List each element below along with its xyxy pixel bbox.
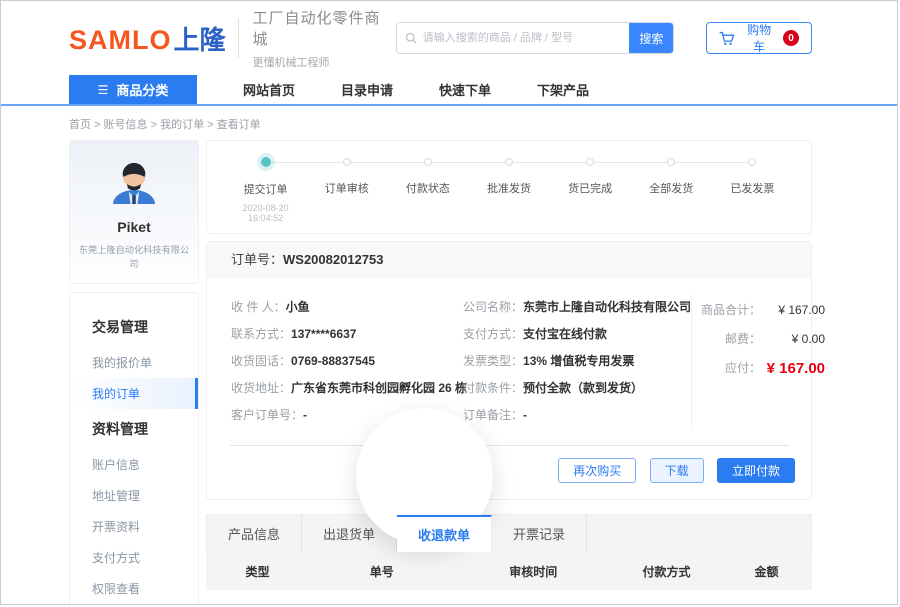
step-dot <box>586 158 594 166</box>
step-all-shipped: 全部发货 <box>631 157 712 223</box>
step-invoice-issued: 已发发票 <box>712 157 793 223</box>
invoice-type: 13% 增值税专用发票 <box>523 354 634 368</box>
cart-count-badge: 0 <box>783 30 799 46</box>
sidebar-item-invoice-info[interactable]: 开票资料 <box>70 511 198 542</box>
order-totals: 商品合计：¥ 167.00 邮费：¥ 0.00 应付：¥ 167.00 <box>691 294 839 429</box>
sidebar-item-permissions[interactable]: 权限查看 <box>70 573 198 604</box>
tab-invoice-records[interactable]: 开票记录 <box>492 515 587 552</box>
payment-records-table: 类型 单号 审核时间 付款方式 金额 铝型材 WB200807837 2021-… <box>206 552 812 605</box>
search-button[interactable]: 搜索 <box>629 23 673 53</box>
items-subtotal: ¥ 167.00 <box>761 296 825 325</box>
tab-payment-refund[interactable]: 收退款单 <box>397 515 492 552</box>
breadcrumb: 首页 > 账号信息 > 我的订单 > 查看订单 <box>1 106 897 140</box>
nav-item-quick-order[interactable]: 快速下单 <box>439 75 491 104</box>
logo-shanglong: 上隆 <box>174 20 226 57</box>
cart-button[interactable]: 购物车 0 <box>706 22 812 54</box>
rebuy-button[interactable]: 再次购买 <box>558 458 636 483</box>
contact-phone: 137****6637 <box>291 327 356 341</box>
step-payment-status: 付款状态 <box>387 157 468 223</box>
sidebar: Piket 东莞上隆自动化科技有限公司 交易管理 我的报价单 我的订单 资料管理… <box>69 140 199 605</box>
payment-terms: 预付全款（款到发货） <box>523 381 643 395</box>
step-review: 订单审核 <box>306 157 387 223</box>
menu-heading-trade: 交易管理 <box>70 307 198 347</box>
category-menu-button[interactable]: ☰ 商品分类 <box>69 75 197 104</box>
order-actions: 再次购买 下载 立即付款 <box>207 446 811 499</box>
cart-label: 购物车 <box>741 21 777 55</box>
site-title: 工厂自动化零件商城 <box>253 7 396 49</box>
sidebar-item-payment-methods[interactable]: 支付方式 <box>70 542 198 573</box>
user-company: 东莞上隆自动化科技有限公司 <box>79 242 189 270</box>
order-info-card: 订单号：WS20082012753 收 件 人：小鱼 联系方式：137****6… <box>206 241 812 500</box>
nav-item-offshelf-products[interactable]: 下架产品 <box>537 75 589 104</box>
step-goods-ready: 货已完成 <box>550 157 631 223</box>
tab-product-info[interactable]: 产品信息 <box>207 515 302 552</box>
search-bar: 搜索 <box>396 22 675 54</box>
nav-item-catalog-apply[interactable]: 目录申请 <box>341 75 393 104</box>
payment-method: 支付宝在线付款 <box>523 327 607 341</box>
landline-phone: 0769-88837545 <box>291 354 375 368</box>
search-input[interactable] <box>423 32 622 44</box>
header: SAMLO 上隆 工厂自动化零件商城 更懂机械工程师 搜索 购物车 0 <box>1 1 897 75</box>
order-detail-page: SAMLO 上隆 工厂自动化零件商城 更懂机械工程师 搜索 购物车 0 ☰ 商品… <box>0 0 898 605</box>
order-number: WS20082012753 <box>283 252 383 267</box>
company-name: 东莞市上隆自动化科技有限公司 <box>523 300 691 314</box>
step-dot <box>667 158 675 166</box>
content: Piket 东莞上隆自动化科技有限公司 交易管理 我的报价单 我的订单 资料管理… <box>1 140 897 605</box>
search-icon <box>405 32 417 44</box>
main-nav: ☰ 商品分类 网站首页 目录申请 快速下单 下架产品 <box>1 75 897 106</box>
cart-icon <box>719 31 735 46</box>
search-input-wrap <box>397 23 630 53</box>
step-dot-done <box>261 157 271 167</box>
order-number-label: 订单号： <box>231 252 283 267</box>
avatar <box>106 155 162 211</box>
category-menu-label: 商品分类 <box>116 80 168 99</box>
order-details: 收 件 人：小鱼 联系方式：137****6637 收货固话：0769-8883… <box>207 278 811 433</box>
sidebar-item-catalog-apply[interactable]: 目录申请 <box>70 604 198 605</box>
site-title-block: 工厂自动化零件商城 更懂机械工程师 <box>253 7 396 70</box>
user-name: Piket <box>74 219 194 235</box>
sidebar-item-my-quotes[interactable]: 我的报价单 <box>70 347 198 378</box>
sidebar-item-my-orders[interactable]: 我的订单 <box>70 378 198 409</box>
sidebar-menu: 交易管理 我的报价单 我的订单 资料管理 账户信息 地址管理 开票资料 支付方式… <box>69 292 199 605</box>
table-row[interactable]: 铝型材 WB200807837 2021-03-26 11:43:15 支付宝 … <box>206 590 812 605</box>
detail-tabs: 产品信息 出退货单 收退款单 开票记录 <box>206 514 812 552</box>
order-number-strip: 订单号：WS20082012753 <box>207 242 811 278</box>
nav-item-home[interactable]: 网站首页 <box>243 75 295 104</box>
step-dot <box>343 158 351 166</box>
logo-samlo: SAMLO <box>69 25 172 56</box>
hamburger-icon: ☰ <box>98 83 109 97</box>
sidebar-item-account-info[interactable]: 账户信息 <box>70 449 198 480</box>
order-progress-card: 提交订单 2020-08-20 16:04:52 订单审核 付款状态 批准发货 <box>206 140 812 234</box>
customer-order-no: - <box>303 408 307 422</box>
receiver-name: 小鱼 <box>286 300 310 314</box>
main-panel: 提交订单 2020-08-20 16:04:52 订单审核 付款状态 批准发货 <box>206 140 812 605</box>
order-details-right: 公司名称：东莞市上隆自动化科技有限公司 支付方式：支付宝在线付款 发票类型：13… <box>463 294 691 429</box>
step-dot <box>424 158 432 166</box>
shipping-fee: ¥ 0.00 <box>761 325 825 354</box>
menu-heading-profile: 资料管理 <box>70 409 198 449</box>
sidebar-item-address[interactable]: 地址管理 <box>70 480 198 511</box>
order-remark: - <box>523 408 527 422</box>
profile-card: Piket 东莞上隆自动化科技有限公司 <box>69 140 199 284</box>
download-button[interactable]: 下载 <box>650 458 704 483</box>
shipping-address: 广东省东莞市科创园孵化园 26 栋 <box>291 381 467 395</box>
amount-payable: ¥ 167.00 <box>761 354 825 383</box>
header-divider <box>238 18 239 58</box>
step-approve-shipment: 批准发货 <box>468 157 549 223</box>
table-header-row: 类型 单号 审核时间 付款方式 金额 <box>206 552 812 590</box>
site-subtitle: 更懂机械工程师 <box>253 54 396 70</box>
logo[interactable]: SAMLO 上隆 <box>69 20 226 57</box>
step-submitted-date: 2020-08-20 16:04:52 <box>225 203 306 223</box>
step-submitted: 提交订单 2020-08-20 16:04:52 <box>225 157 306 223</box>
order-steps: 提交订单 2020-08-20 16:04:52 订单审核 付款状态 批准发货 <box>225 157 793 223</box>
step-dot <box>748 158 756 166</box>
pay-now-button[interactable]: 立即付款 <box>717 458 795 483</box>
step-dot <box>505 158 513 166</box>
